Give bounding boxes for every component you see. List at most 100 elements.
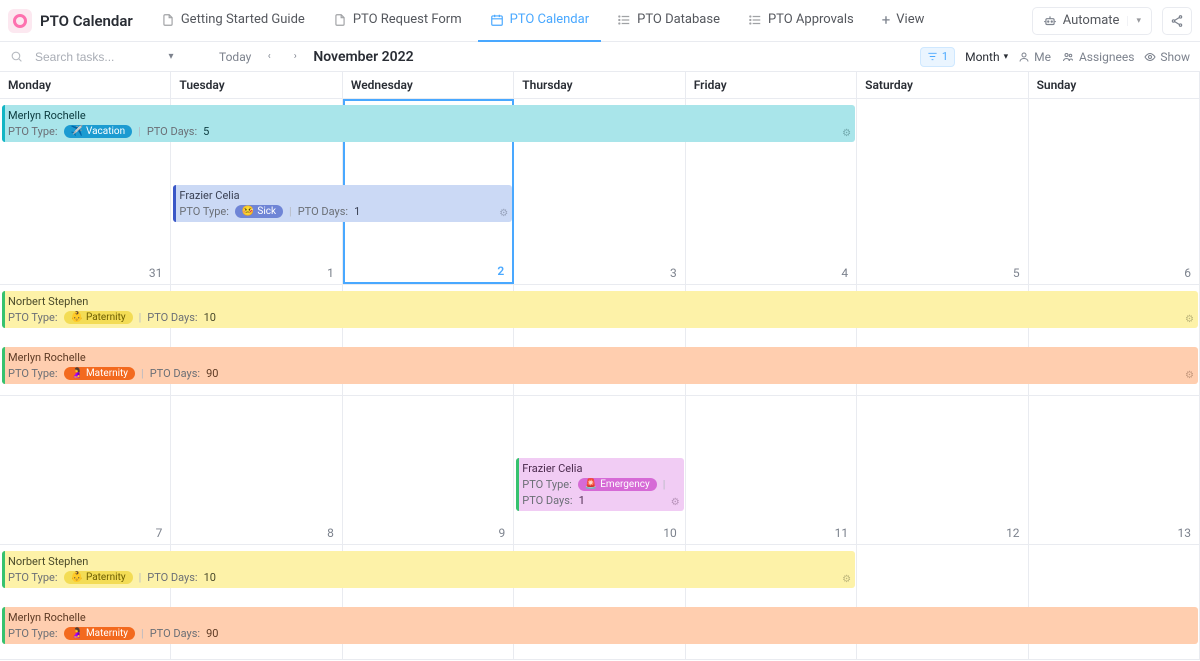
search-input[interactable] (33, 49, 153, 65)
day-cell[interactable]: 11 (686, 396, 857, 544)
pto-type-pill: ✈️Vacation (64, 125, 133, 138)
day-number: 8 (327, 526, 334, 540)
day-header: Monday (0, 72, 171, 98)
day-cell[interactable]: 13 (1029, 396, 1200, 544)
today-button[interactable]: Today (219, 50, 251, 64)
pto-days-label: PTO Days: (522, 494, 572, 507)
show-options[interactable]: Show (1144, 50, 1190, 64)
tab-pto-request-form[interactable]: PTO Request Form (321, 0, 474, 42)
tab-pto-database[interactable]: PTO Database (605, 0, 732, 42)
add-view-label: View (896, 12, 924, 27)
chevron-down-icon: ▾ (1127, 16, 1141, 26)
pto-days-label: PTO Days: (150, 627, 200, 640)
day-number: 5 (1013, 266, 1020, 280)
view-mode-select[interactable]: Month▾ (965, 50, 1008, 64)
person-icon (1018, 51, 1030, 63)
app-logo (8, 9, 32, 33)
me-filter[interactable]: Me (1018, 50, 1051, 64)
pto-type-label: PTO Type: (8, 311, 58, 324)
week-row: Norbert StephenPTO Type:👶Paternity|PTO D… (0, 545, 1200, 660)
day-number: 10 (663, 526, 677, 540)
day-headers: MondayTuesdayWednesdayThursdayFridaySatu… (0, 72, 1200, 99)
event-person: Frazier Celia (179, 189, 506, 202)
day-cell[interactable]: 7 (0, 396, 171, 544)
day-cell[interactable]: 8 (171, 396, 342, 544)
calendar-event[interactable]: Merlyn RochellePTO Type:🤰Maternity|PTO D… (2, 607, 1198, 644)
day-header: Tuesday (171, 72, 342, 98)
pto-days-label: PTO Days: (298, 205, 348, 218)
robot-icon (1043, 14, 1057, 28)
filter-count: 1 (942, 50, 948, 63)
pto-days-value: 90 (206, 627, 218, 640)
day-number: 11 (835, 526, 849, 540)
day-number: 31 (149, 266, 163, 280)
people-icon (1061, 51, 1075, 63)
day-number: 6 (1184, 266, 1191, 280)
gear-icon[interactable]: ⚙ (1185, 314, 1194, 325)
week-row: Norbert StephenPTO Type:👶Paternity|PTO D… (0, 285, 1200, 396)
pto-type-label: PTO Type: (179, 205, 229, 218)
day-number: 7 (156, 526, 163, 540)
next-month-button[interactable]: › (287, 49, 303, 65)
calendar-event[interactable]: Merlyn RochellePTO Type:✈️Vacation|PTO D… (2, 105, 855, 142)
pto-days-label: PTO Days: (150, 367, 200, 380)
gear-icon[interactable]: ⚙ (842, 128, 851, 139)
pto-type-pill: 🚨Emergency (578, 478, 657, 491)
filter-badge[interactable]: 1 (920, 47, 955, 67)
pto-days-value: 90 (206, 367, 218, 380)
day-cell[interactable]: 9 (343, 396, 514, 544)
share-button[interactable] (1162, 7, 1192, 35)
calendar-event[interactable]: Merlyn RochellePTO Type:🤰Maternity|PTO D… (2, 347, 1198, 384)
day-header: Friday (686, 72, 857, 98)
event-person: Merlyn Rochelle (8, 109, 849, 122)
event-person: Merlyn Rochelle (8, 611, 1192, 624)
pto-days-value: 1 (354, 205, 360, 218)
pto-days-value: 10 (204, 311, 216, 324)
day-number: 2 (497, 264, 504, 278)
calendar-event[interactable]: Frazier CeliaPTO Type:🚨Emergency|PTO Day… (516, 458, 683, 511)
search-icon (10, 50, 23, 63)
day-number: 13 (1178, 526, 1192, 540)
gear-icon[interactable]: ⚙ (842, 574, 851, 585)
pto-type-pill: 🤒Sick (235, 205, 283, 218)
pto-type-pill: 👶Paternity (64, 571, 133, 584)
day-number: 3 (670, 266, 677, 280)
pto-type-label: PTO Type: (8, 571, 58, 584)
calendar-event[interactable]: Frazier CeliaPTO Type:🤒Sick|PTO Days:1⚙ (173, 185, 512, 222)
day-header: Wednesday (343, 72, 514, 98)
assignees-filter[interactable]: Assignees (1061, 50, 1134, 64)
event-person: Norbert Stephen (8, 295, 1192, 308)
month-label: November 2022 (313, 49, 413, 65)
add-view-button[interactable]: +View (870, 0, 937, 42)
day-cell[interactable]: 12 (857, 396, 1028, 544)
gear-icon[interactable]: ⚙ (499, 208, 508, 219)
automate-button[interactable]: Automate ▾ (1032, 7, 1152, 35)
calendar-event[interactable]: Norbert StephenPTO Type:👶Paternity|PTO D… (2, 551, 855, 588)
day-header: Thursday (514, 72, 685, 98)
gear-icon[interactable]: ⚙ (1185, 370, 1194, 381)
prev-month-button[interactable]: ‹ (261, 49, 277, 65)
day-cell[interactable]: 6 (1029, 99, 1200, 284)
day-number: 9 (499, 526, 506, 540)
pto-days-label: PTO Days: (147, 125, 197, 138)
pto-type-pill: 🤰Maternity (64, 367, 136, 380)
gear-icon[interactable]: ⚙ (671, 497, 680, 508)
week-row: 31123456Merlyn RochellePTO Type:✈️Vacati… (0, 99, 1200, 285)
calendar-event[interactable]: Norbert StephenPTO Type:👶Paternity|PTO D… (2, 291, 1198, 328)
pto-days-label: PTO Days: (147, 571, 197, 584)
tab-pto-approvals[interactable]: PTO Approvals (736, 0, 866, 42)
calendar-toolbar: ▾ Today ‹ › November 2022 1 Month▾ Me As… (0, 42, 1200, 72)
pto-type-label: PTO Type: (8, 125, 58, 138)
page-title: PTO Calendar (40, 12, 133, 30)
tab-pto-calendar[interactable]: PTO Calendar (478, 0, 602, 42)
filter-icon (927, 51, 938, 62)
tab-getting-started-guide[interactable]: Getting Started Guide (149, 0, 317, 42)
pto-type-label: PTO Type: (8, 627, 58, 640)
pto-days-value: 10 (204, 571, 216, 584)
day-cell[interactable]: 5 (857, 99, 1028, 284)
share-icon (1170, 14, 1184, 28)
top-bar: PTO Calendar Getting Started GuidePTO Re… (0, 0, 1200, 42)
pto-days-label: PTO Days: (147, 311, 197, 324)
search-options-chevron[interactable]: ▾ (163, 49, 179, 65)
pto-days-value: 1 (579, 494, 585, 507)
